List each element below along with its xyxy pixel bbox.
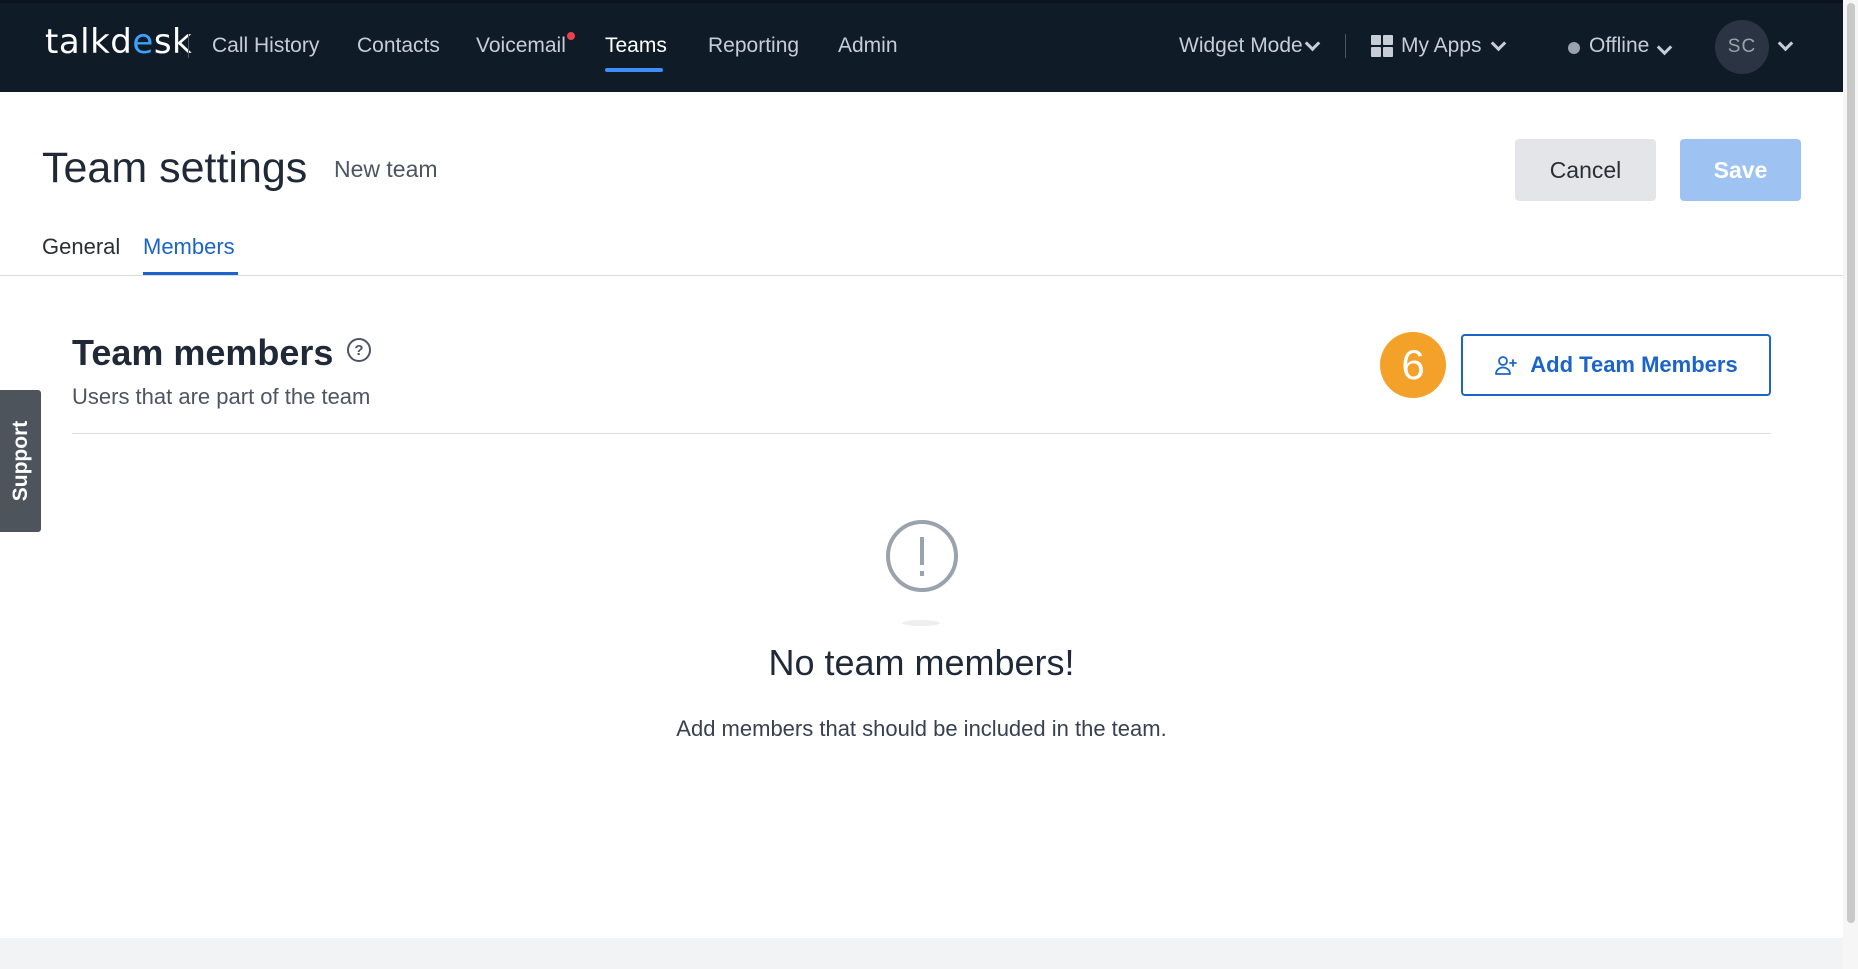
user-avatar[interactable]: SC	[1715, 20, 1769, 74]
save-button[interactable]: Save	[1680, 139, 1801, 201]
cancel-button[interactable]: Cancel	[1515, 139, 1656, 201]
scrollbar-thumb[interactable]	[1847, 3, 1855, 923]
nav-divider	[1345, 34, 1346, 58]
tab-members[interactable]: Members	[143, 234, 235, 260]
my-apps-dropdown[interactable]: My Apps	[1401, 34, 1482, 58]
talkdesk-logo[interactable]: talkdesk	[45, 22, 192, 62]
page-title: Team settings	[42, 144, 308, 192]
add-team-members-button[interactable]: Add Team Members	[1461, 334, 1771, 396]
exclamation-circle-icon	[886, 520, 958, 592]
top-edge	[0, 0, 1843, 3]
user-menu-chevron-down-icon[interactable]	[1777, 35, 1794, 52]
my-apps-chevron-down-icon[interactable]	[1490, 35, 1507, 52]
page-footer-band	[0, 938, 1843, 969]
apps-grid-icon[interactable]	[1371, 35, 1393, 57]
section-divider	[72, 433, 1771, 434]
status-dropdown[interactable]: Offline	[1589, 34, 1649, 58]
tabs-divider	[0, 275, 1843, 276]
voicemail-notification-dot	[567, 32, 575, 40]
nav-item-teams[interactable]: Teams	[605, 34, 667, 58]
step-badge: 6	[1380, 332, 1446, 398]
user-plus-icon	[1495, 356, 1518, 375]
nav-item-reporting[interactable]: Reporting	[708, 34, 799, 58]
section-description: Users that are part of the team	[72, 384, 371, 409]
tab-general[interactable]: General	[42, 234, 120, 260]
empty-state-title: No team members!	[768, 642, 1075, 683]
empty-state-description: Add members that should be included in t…	[676, 716, 1167, 741]
logo-prefix: talkd	[45, 22, 133, 62]
support-tab[interactable]: Support	[0, 390, 41, 532]
nav-item-voicemail[interactable]: Voicemail	[476, 34, 566, 58]
support-label: Support	[8, 420, 32, 502]
status-chevron-down-icon[interactable]	[1656, 39, 1673, 56]
nav-active-indicator	[605, 68, 663, 72]
nav-item-contacts[interactable]: Contacts	[357, 34, 440, 58]
add-team-members-label: Add Team Members	[1530, 352, 1738, 377]
top-nav-bar: talkdesk Call History Contacts Voicemail…	[0, 0, 1843, 92]
status-dot-icon	[1568, 42, 1580, 54]
nav-item-call-history[interactable]: Call History	[212, 34, 319, 58]
team-name-subtitle: New team	[334, 156, 438, 182]
help-icon[interactable]: ?	[347, 338, 371, 362]
empty-icon-shadow	[902, 620, 940, 626]
nav-item-admin[interactable]: Admin	[838, 34, 898, 58]
logo-divider	[188, 34, 189, 58]
logo-suffix: sk	[153, 22, 193, 62]
logo-accent: e	[132, 22, 154, 62]
section-title: Team members	[72, 332, 334, 373]
widget-mode-dropdown[interactable]: Widget Mode	[1179, 34, 1303, 58]
widget-mode-chevron-down-icon[interactable]	[1304, 35, 1321, 52]
